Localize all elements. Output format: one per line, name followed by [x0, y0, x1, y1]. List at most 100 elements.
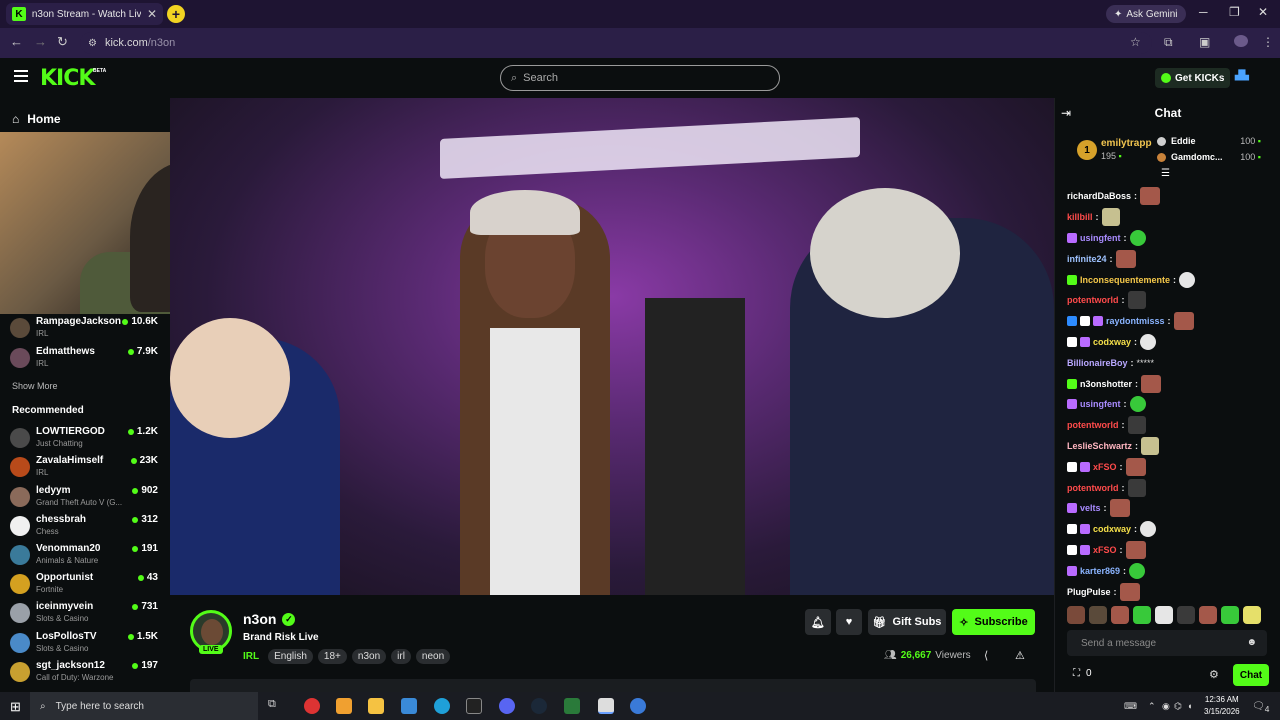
ask-gemini-button[interactable]: ✦ Ask Gemini	[1106, 5, 1186, 23]
chat-username[interactable]: xFSO	[1093, 462, 1117, 472]
chat-username[interactable]: infinite24	[1067, 254, 1107, 264]
extensions-icon[interactable]: ⧉	[1164, 35, 1173, 50]
sidebar-channel-venomman20[interactable]: Venomman20 Animals & Nature 191	[10, 543, 162, 571]
chat-message[interactable]: xFSO:	[1067, 456, 1273, 477]
sidebar-channel-opportunist[interactable]: Opportunist Fortnite 43	[10, 572, 162, 600]
emote-button[interactable]	[1221, 606, 1239, 624]
windows-start-icon[interactable]: ⊞	[10, 699, 21, 715]
sidebar-channel-chessbrah[interactable]: chessbrah Chess 312	[10, 514, 162, 542]
chat-message[interactable]: infinite24:	[1067, 248, 1273, 269]
app-icon-5[interactable]	[630, 698, 646, 714]
tag-chip[interactable]: irl	[391, 649, 411, 664]
sidebar-channel-ledyym[interactable]: ledyym Grand Theft Auto V (G... 902	[10, 485, 162, 513]
sidebar-item-home[interactable]: ⌂ Home	[12, 112, 61, 126]
category-link[interactable]: IRL	[243, 651, 259, 662]
chat-message[interactable]: LeslieSchwartz:	[1067, 436, 1273, 457]
chat-username[interactable]: potentworld	[1067, 483, 1119, 493]
bookmark-star-icon[interactable]: ☆	[1130, 35, 1141, 49]
file-explorer-icon[interactable]	[368, 698, 384, 714]
keyboard-icon[interactable]: ⌨	[1124, 701, 1137, 712]
chat-message[interactable]: karter869:	[1067, 560, 1273, 581]
search-input[interactable]: ⌕ Search	[500, 65, 780, 91]
sidebar-channel-zavalahimself[interactable]: ZavalaHimself IRL 23K	[10, 455, 162, 483]
chat-username[interactable]: velts	[1080, 503, 1101, 513]
app-icon-4[interactable]	[564, 698, 580, 714]
chat-username[interactable]: potentworld	[1067, 420, 1119, 430]
share-icon[interactable]: ⟨	[984, 649, 988, 662]
hamburger-menu-icon[interactable]	[14, 70, 28, 82]
user-profile-icon[interactable]: ▟▙	[1235, 70, 1251, 84]
chat-settings-icon[interactable]: ⚙	[1209, 668, 1219, 681]
chat-message[interactable]: usingfent:	[1067, 394, 1273, 415]
emote-button[interactable]	[1133, 606, 1151, 624]
sidebar-channel-iceinmyvein[interactable]: iceinmyvein Slots & Casino 731	[10, 601, 162, 629]
chat-message[interactable]: raydontmisss:	[1067, 311, 1273, 332]
chat-message[interactable]: xFSO:	[1067, 540, 1273, 561]
follow-button[interactable]: ♥	[836, 609, 862, 635]
chevron-up-icon[interactable]: ⌃	[1148, 701, 1156, 712]
show-more-link[interactable]: Show More	[12, 381, 58, 391]
chat-username[interactable]: n3onshotter	[1080, 379, 1132, 389]
back-icon[interactable]: ←	[10, 34, 23, 49]
emote-button[interactable]	[1111, 606, 1129, 624]
chat-message[interactable]: potentworld:	[1067, 477, 1273, 498]
close-window-icon[interactable]: ✕	[1258, 5, 1268, 19]
store-icon[interactable]	[336, 698, 352, 714]
volume-icon[interactable]: ◖	[1187, 701, 1192, 711]
kicks-balance[interactable]: ⛶ 0	[1073, 668, 1092, 679]
new-tab-button[interactable]: +	[167, 5, 185, 23]
sidebar-channel-lowtiergod[interactable]: LOWTIERGOD Just Chatting 1.2K	[10, 426, 162, 454]
app-icon-3[interactable]	[466, 698, 482, 714]
tag-chip[interactable]: 18+	[317, 649, 347, 664]
emoji-picker-icon[interactable]: ☻	[1246, 637, 1257, 648]
chat-username[interactable]: codxway	[1093, 524, 1131, 534]
network-icon[interactable]: ⌬	[1174, 701, 1182, 712]
chrome-active-icon[interactable]	[598, 698, 614, 714]
chat-message[interactable]: potentworld:	[1067, 290, 1273, 311]
task-view-icon[interactable]: ⧉	[268, 698, 284, 714]
notification-bell-button[interactable]: 🔔︎	[805, 609, 831, 635]
chat-username[interactable]: BillionaireBoy	[1067, 358, 1128, 368]
send-chat-button[interactable]: Chat	[1233, 664, 1269, 686]
chat-username[interactable]: killbill	[1067, 212, 1093, 222]
channel-name[interactable]: n3on	[243, 611, 276, 627]
report-icon[interactable]: ⚠	[1015, 649, 1025, 662]
chat-message[interactable]: PlugPulse:	[1067, 581, 1273, 602]
sidebar-channel-rampagejackson[interactable]: RampageJackson IRL 10.6K	[10, 316, 162, 344]
address-bar[interactable]: ⚙ kick.com/n3on	[80, 32, 1152, 54]
app-icon-1[interactable]	[304, 698, 320, 714]
emote-button[interactable]	[1155, 606, 1173, 624]
location-icon[interactable]: ◉	[1162, 701, 1170, 712]
app-icon-2[interactable]	[401, 698, 417, 714]
emote-button[interactable]	[1177, 606, 1195, 624]
sidebar-panel-icon[interactable]: ▣	[1199, 35, 1210, 49]
chat-username[interactable]: PlugPulse	[1067, 587, 1111, 597]
get-kicks-button[interactable]: Get KICKs	[1155, 68, 1231, 88]
chat-username[interactable]: karter869	[1080, 566, 1120, 576]
system-clock[interactable]: 12:36 AM 3/15/2026	[1204, 694, 1240, 718]
chat-message[interactable]: n3onshotter:	[1067, 373, 1273, 394]
notification-center-icon[interactable]: 🗨︎4	[1252, 701, 1269, 714]
emote-button[interactable]	[1199, 606, 1217, 624]
emote-button[interactable]	[1089, 606, 1107, 624]
subscribe-button[interactable]: ✧ Subscribe	[952, 609, 1035, 635]
profile-avatar[interactable]	[1234, 35, 1248, 47]
expand-pinned-icon[interactable]: ☰	[1161, 168, 1170, 179]
leaderboard-top-name[interactable]: emilytrapp	[1101, 138, 1152, 149]
browser-tab[interactable]: K n3on Stream - Watch Live on Kick ✕	[6, 3, 163, 25]
chat-message[interactable]: codxway:	[1067, 519, 1273, 540]
emote-button[interactable]	[1243, 606, 1261, 624]
chat-message[interactable]: potentworld:	[1067, 415, 1273, 436]
chat-username[interactable]: usingfent	[1080, 399, 1121, 409]
tag-chip[interactable]: English	[268, 649, 313, 664]
chat-username[interactable]: codxway	[1093, 337, 1131, 347]
sidebar-channel-edmatthews[interactable]: Edmatthews IRL 7.9K	[10, 346, 162, 374]
chat-username[interactable]: potentworld	[1067, 295, 1119, 305]
chat-message[interactable]: Inconsequentemente:	[1067, 269, 1273, 290]
close-tab-icon[interactable]: ✕	[147, 7, 157, 21]
chat-message[interactable]: velts:	[1067, 498, 1273, 519]
reload-icon[interactable]: ↻	[57, 34, 68, 50]
chat-message[interactable]: codxway:	[1067, 332, 1273, 353]
steam-icon[interactable]	[531, 698, 547, 714]
emote-button[interactable]	[1067, 606, 1085, 624]
